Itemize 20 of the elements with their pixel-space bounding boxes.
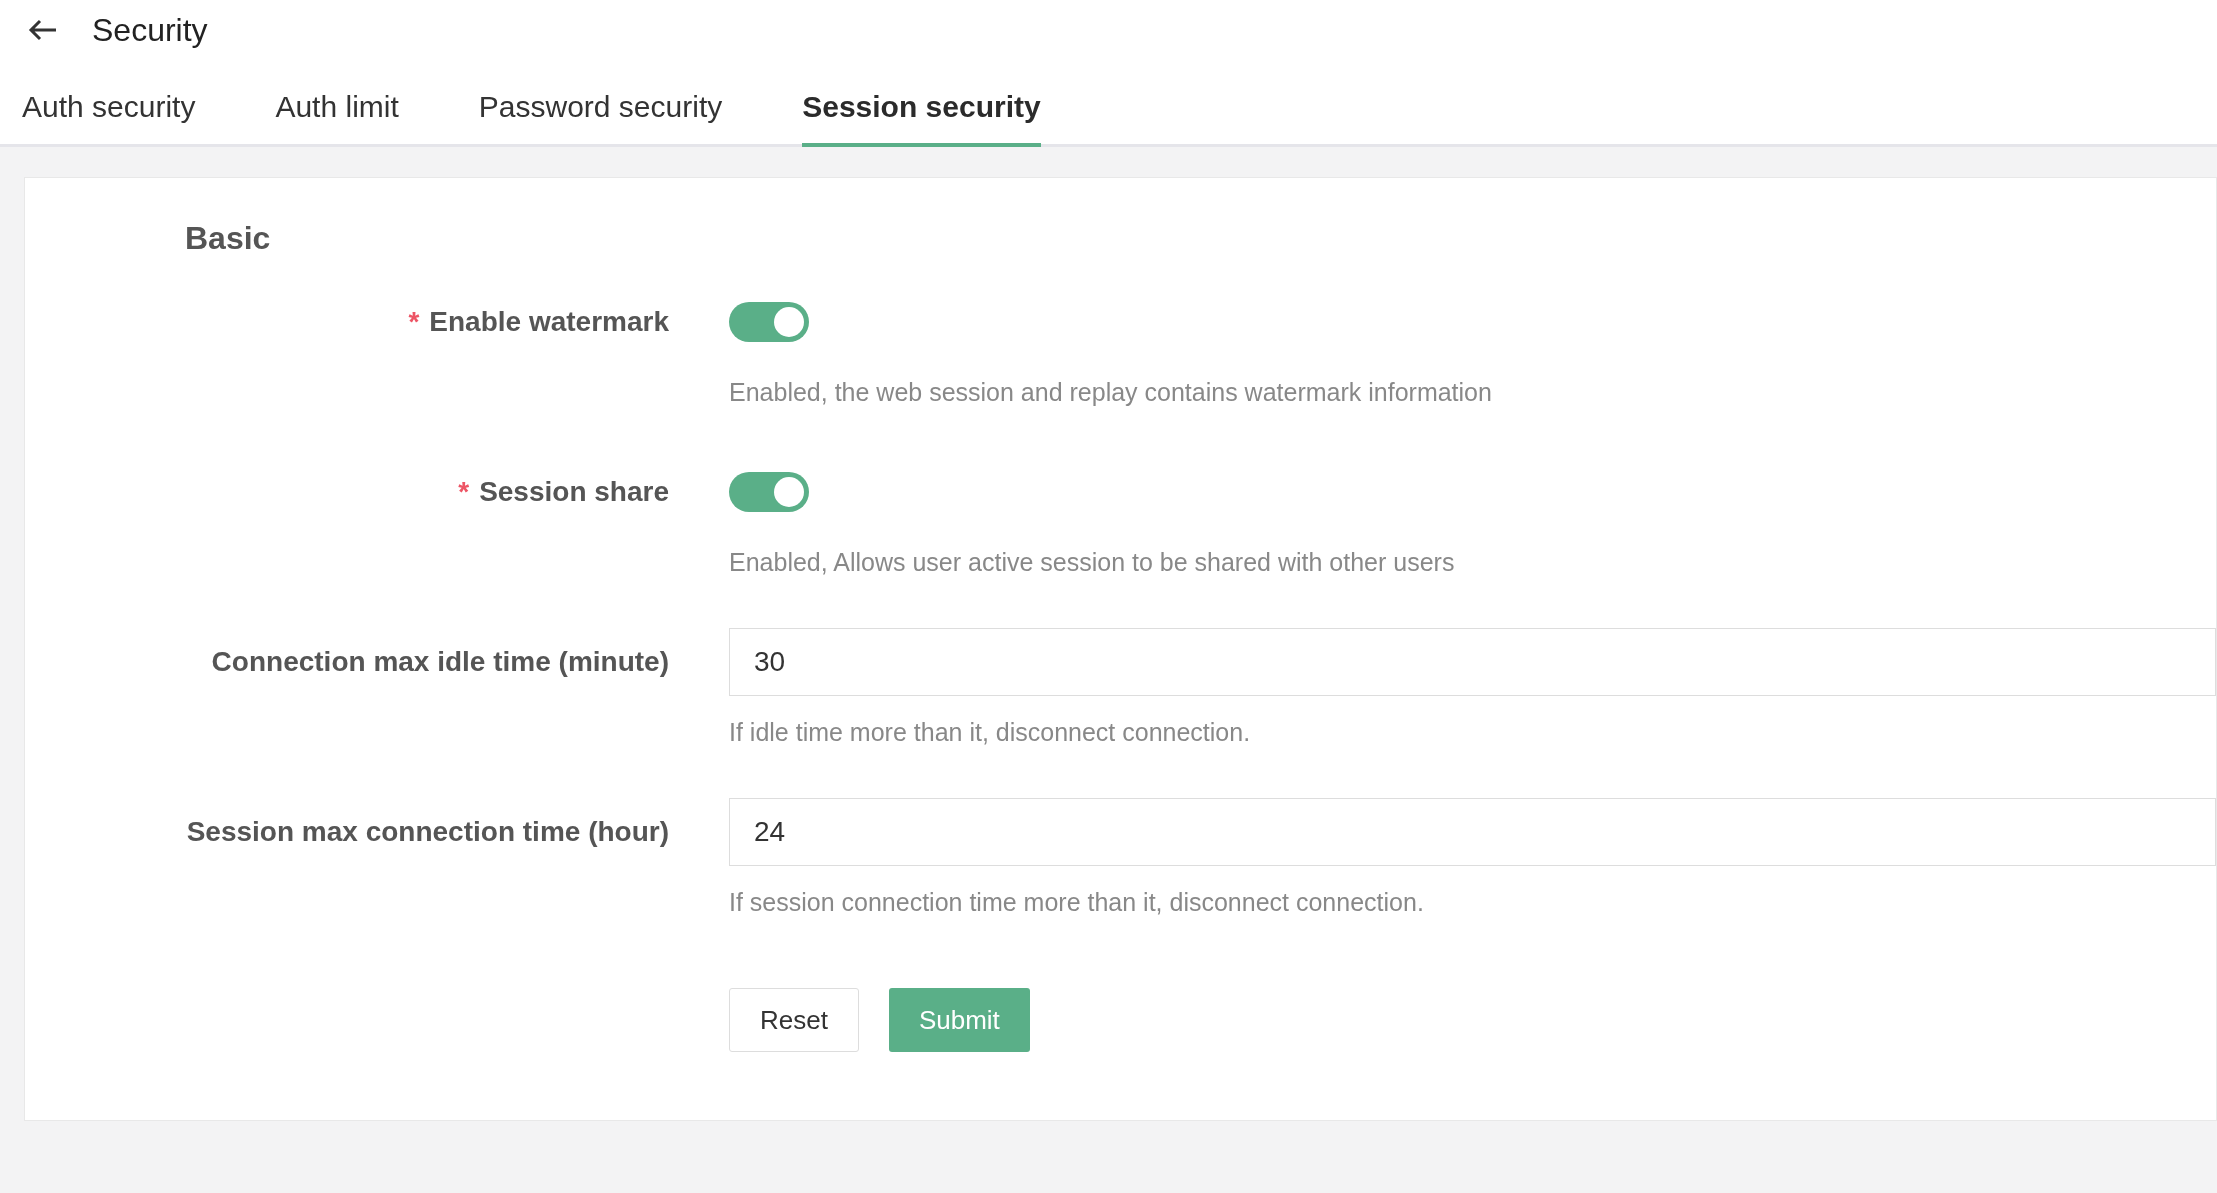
tab[interactable]: Auth security: [22, 84, 196, 147]
help-text: Enabled, Allows user active session to be shared with other users: [729, 547, 1456, 578]
toggle-switch[interactable]: [729, 472, 809, 512]
tab[interactable]: Session security: [802, 84, 1041, 147]
back-arrow-icon[interactable]: [28, 18, 58, 42]
field-label: * Enable watermark: [408, 305, 669, 339]
input-field[interactable]: 24: [729, 798, 2216, 866]
tab[interactable]: Auth limit: [275, 84, 399, 147]
toggle-switch[interactable]: [729, 302, 809, 342]
help-text: If idle time more than it, disconnect connection.: [729, 717, 1252, 748]
field-label: Connection max idle time (minute): [211, 645, 669, 679]
page-title: Security: [92, 11, 208, 50]
tab[interactable]: Password security: [478, 84, 723, 147]
field-label: Session max connection time (hour): [186, 815, 669, 849]
input-field[interactable]: 30: [729, 628, 2216, 696]
section-title: Basic: [185, 220, 271, 256]
help-text: If session connection time more than it, disconnect connection.: [729, 887, 1425, 918]
field-label: * Session share: [458, 475, 669, 509]
help-text: Enabled, the web session and replay contains watermark information: [729, 377, 1493, 408]
reset-button[interactable]: Reset: [729, 988, 859, 1052]
